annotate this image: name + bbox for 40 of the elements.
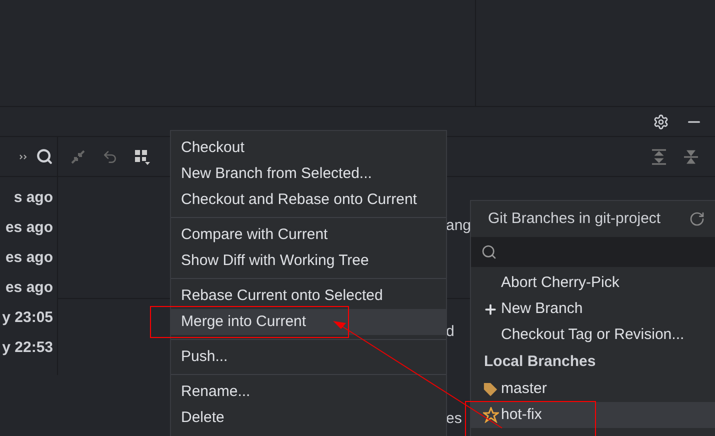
search-field[interactable]	[471, 237, 715, 267]
branch-item[interactable]: master	[471, 376, 715, 402]
section-header: Local Branches	[484, 352, 596, 372]
menu-item[interactable]: Rebase Current onto Selected	[171, 283, 446, 309]
commit-date: y 22:53	[2, 338, 54, 358]
commit-date: y 23:05	[2, 308, 54, 328]
collapse-icon[interactable]	[683, 148, 699, 164]
branch-item[interactable]: hot-fix	[471, 402, 715, 428]
plus-icon	[483, 302, 498, 316]
commit-text: d	[446, 322, 454, 342]
expand-icon[interactable]	[651, 148, 667, 164]
tag-icon	[483, 382, 498, 396]
grid-icon[interactable]	[134, 148, 150, 164]
menu-item[interactable]: Show Diff with Working Tree	[171, 248, 446, 274]
chevrons-icon[interactable]	[19, 154, 28, 160]
search-icon[interactable]	[36, 148, 53, 165]
search-icon	[481, 244, 497, 260]
menu-item[interactable]: New Branch from Selected...	[171, 161, 446, 187]
menu-item[interactable]: Delete	[171, 405, 446, 431]
commit-date: es ago	[5, 278, 54, 298]
action-item[interactable]: Checkout Tag or Revision...	[471, 322, 715, 348]
menu-item[interactable]: Merge into Current	[171, 309, 446, 335]
settings-icon[interactable]	[653, 114, 669, 130]
commit-text: es	[446, 409, 462, 429]
commit-date: s ago	[14, 188, 54, 208]
refresh-icon[interactable]	[688, 211, 705, 227]
action-item[interactable]: Abort Cherry-Pick	[471, 270, 715, 296]
star-icon	[483, 407, 499, 423]
menu-item[interactable]: Checkout and Rebase onto Current	[171, 187, 446, 213]
action-item[interactable]: New Branch	[471, 296, 715, 322]
commit-date: es ago	[5, 218, 54, 238]
menu-item[interactable]: Push...	[171, 344, 446, 370]
undo-icon[interactable]	[102, 148, 118, 164]
menu-item[interactable]: Rename...	[171, 379, 446, 405]
commit-date: es ago	[5, 248, 54, 268]
menu-item[interactable]: Checkout	[171, 135, 446, 161]
popup-title: Git Branches in git-project	[488, 208, 661, 229]
menu-item[interactable]: Compare with Current	[171, 222, 446, 248]
collapse-arrows-icon[interactable]	[70, 148, 86, 164]
commit-text: ang	[446, 216, 472, 236]
